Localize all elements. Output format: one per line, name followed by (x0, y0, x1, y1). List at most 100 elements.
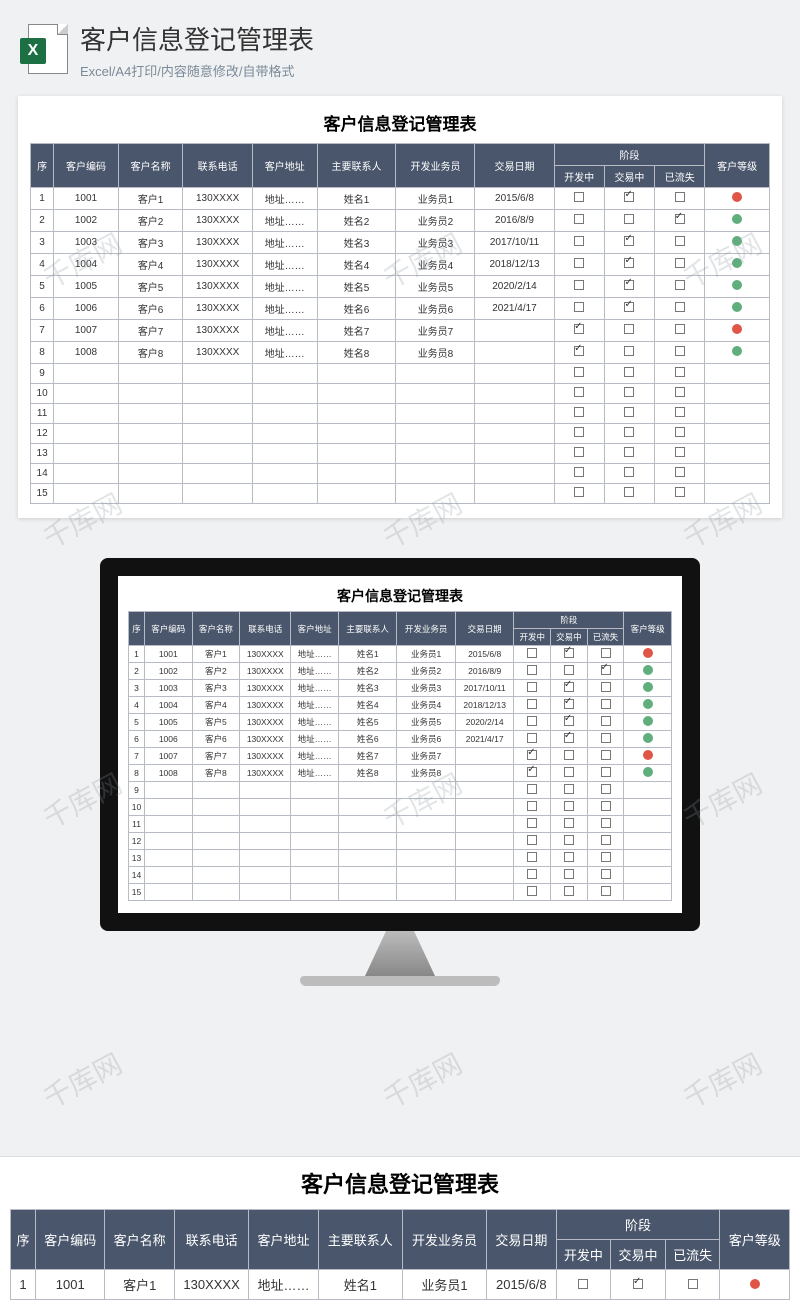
cell-stage-dev (514, 748, 551, 765)
cell-phone (183, 364, 252, 384)
cell-date: 2015/6/8 (475, 188, 554, 210)
cell-addr: 地址…… (291, 697, 339, 714)
page-header: X 客户信息登记管理表 Excel/A4打印/内容随意修改/自带格式 (0, 0, 800, 90)
cell-stage-dev (554, 464, 604, 484)
monitor-mockup: 客户信息登记管理表 序 客户编码 客户名称 联系电话 客户地址 主要联系人 开发… (0, 558, 800, 986)
cell-seq: 10 (31, 384, 54, 404)
cell-level (705, 232, 770, 254)
cell-name: 客户8 (192, 765, 240, 782)
cell-contact: 姓名2 (317, 210, 396, 232)
cell-seq: 7 (31, 320, 54, 342)
cell-level (720, 1270, 790, 1300)
checkbox-icon (624, 346, 634, 356)
cell-level (624, 748, 672, 765)
cell-phone (183, 484, 252, 504)
checkbox-icon (675, 467, 685, 477)
cell-addr: 地址…… (291, 714, 339, 731)
watermark: 千库网 (376, 1043, 469, 1118)
cell-code: 1003 (145, 680, 193, 697)
cell-stage-lost (655, 232, 705, 254)
cell-stage-deal (604, 384, 654, 404)
cell-stage-deal (604, 320, 654, 342)
cell-name (192, 816, 240, 833)
cell-level (705, 384, 770, 404)
cell-stage-deal (604, 188, 654, 210)
checkbox-icon (624, 447, 634, 457)
cell-addr: 地址…… (252, 210, 317, 232)
cell-phone (240, 867, 291, 884)
cell-addr: 地址…… (291, 748, 339, 765)
col-code: 客户编码 (36, 1210, 105, 1270)
cell-addr (252, 464, 317, 484)
cell-sales: 业务员6 (396, 298, 475, 320)
level-dot-icon (643, 665, 653, 675)
cell-date (455, 799, 514, 816)
cell-stage-deal (551, 884, 588, 901)
cell-stage-dev (554, 484, 604, 504)
cell-sales (396, 464, 475, 484)
cell-contact: 姓名4 (317, 254, 396, 276)
cell-name (118, 484, 183, 504)
checkbox-icon (601, 886, 611, 896)
cell-stage-dev (514, 833, 551, 850)
cell-addr (291, 782, 339, 799)
checkbox-icon (624, 236, 634, 246)
cell-stage-lost (587, 731, 624, 748)
cell-name (118, 424, 183, 444)
cell-phone: 130XXXX (183, 254, 252, 276)
table-row: 12 (31, 424, 770, 444)
checkbox-icon (601, 682, 611, 692)
cell-stage-dev (514, 782, 551, 799)
cell-seq: 2 (31, 210, 54, 232)
col-contact: 主要联系人 (338, 612, 396, 646)
level-dot-icon (732, 192, 742, 202)
cell-seq: 13 (31, 444, 54, 464)
checkbox-icon (624, 487, 634, 497)
checkbox-icon (527, 886, 537, 896)
checkbox-icon (675, 367, 685, 377)
cell-date (455, 833, 514, 850)
checkbox-icon (564, 699, 574, 709)
cell-sales (396, 384, 475, 404)
cell-seq: 7 (129, 748, 145, 765)
cell-stage-deal (551, 748, 588, 765)
cell-seq: 9 (31, 364, 54, 384)
cell-seq: 9 (129, 782, 145, 799)
checkbox-icon (624, 258, 634, 268)
excel-file-icon: X (20, 24, 68, 76)
cell-name: 客户1 (192, 646, 240, 663)
checkbox-icon (675, 487, 685, 497)
cell-name: 客户7 (118, 320, 183, 342)
cell-contact: 姓名1 (338, 646, 396, 663)
cell-sales: 业务员7 (397, 748, 455, 765)
cell-code (145, 867, 193, 884)
cell-addr (252, 424, 317, 444)
cell-stage-dev (514, 765, 551, 782)
cell-level (624, 816, 672, 833)
cell-code (54, 424, 119, 444)
cell-addr: 地址…… (252, 298, 317, 320)
cell-phone (183, 404, 252, 424)
col-sales: 开发业务员 (396, 144, 475, 188)
cell-sales (396, 404, 475, 424)
cell-stage-deal (551, 782, 588, 799)
cell-phone: 130XXXX (240, 680, 291, 697)
cell-stage-lost (655, 320, 705, 342)
checkbox-icon (574, 487, 584, 497)
cell-seq: 14 (31, 464, 54, 484)
level-dot-icon (732, 324, 742, 334)
checkbox-icon (564, 886, 574, 896)
col-stage-deal: 交易中 (551, 629, 588, 646)
checkbox-icon (624, 280, 634, 290)
cell-stage-dev (514, 850, 551, 867)
cell-stage-deal (604, 298, 654, 320)
level-dot-icon (643, 699, 653, 709)
cell-stage-dev (514, 680, 551, 697)
cell-sales (396, 484, 475, 504)
cell-addr (291, 799, 339, 816)
checkbox-icon (527, 767, 537, 777)
col-stage-group: 阶段 (514, 612, 624, 629)
cell-code: 1006 (54, 298, 119, 320)
cell-date: 2018/12/13 (475, 254, 554, 276)
cell-sales: 业务员3 (397, 680, 455, 697)
